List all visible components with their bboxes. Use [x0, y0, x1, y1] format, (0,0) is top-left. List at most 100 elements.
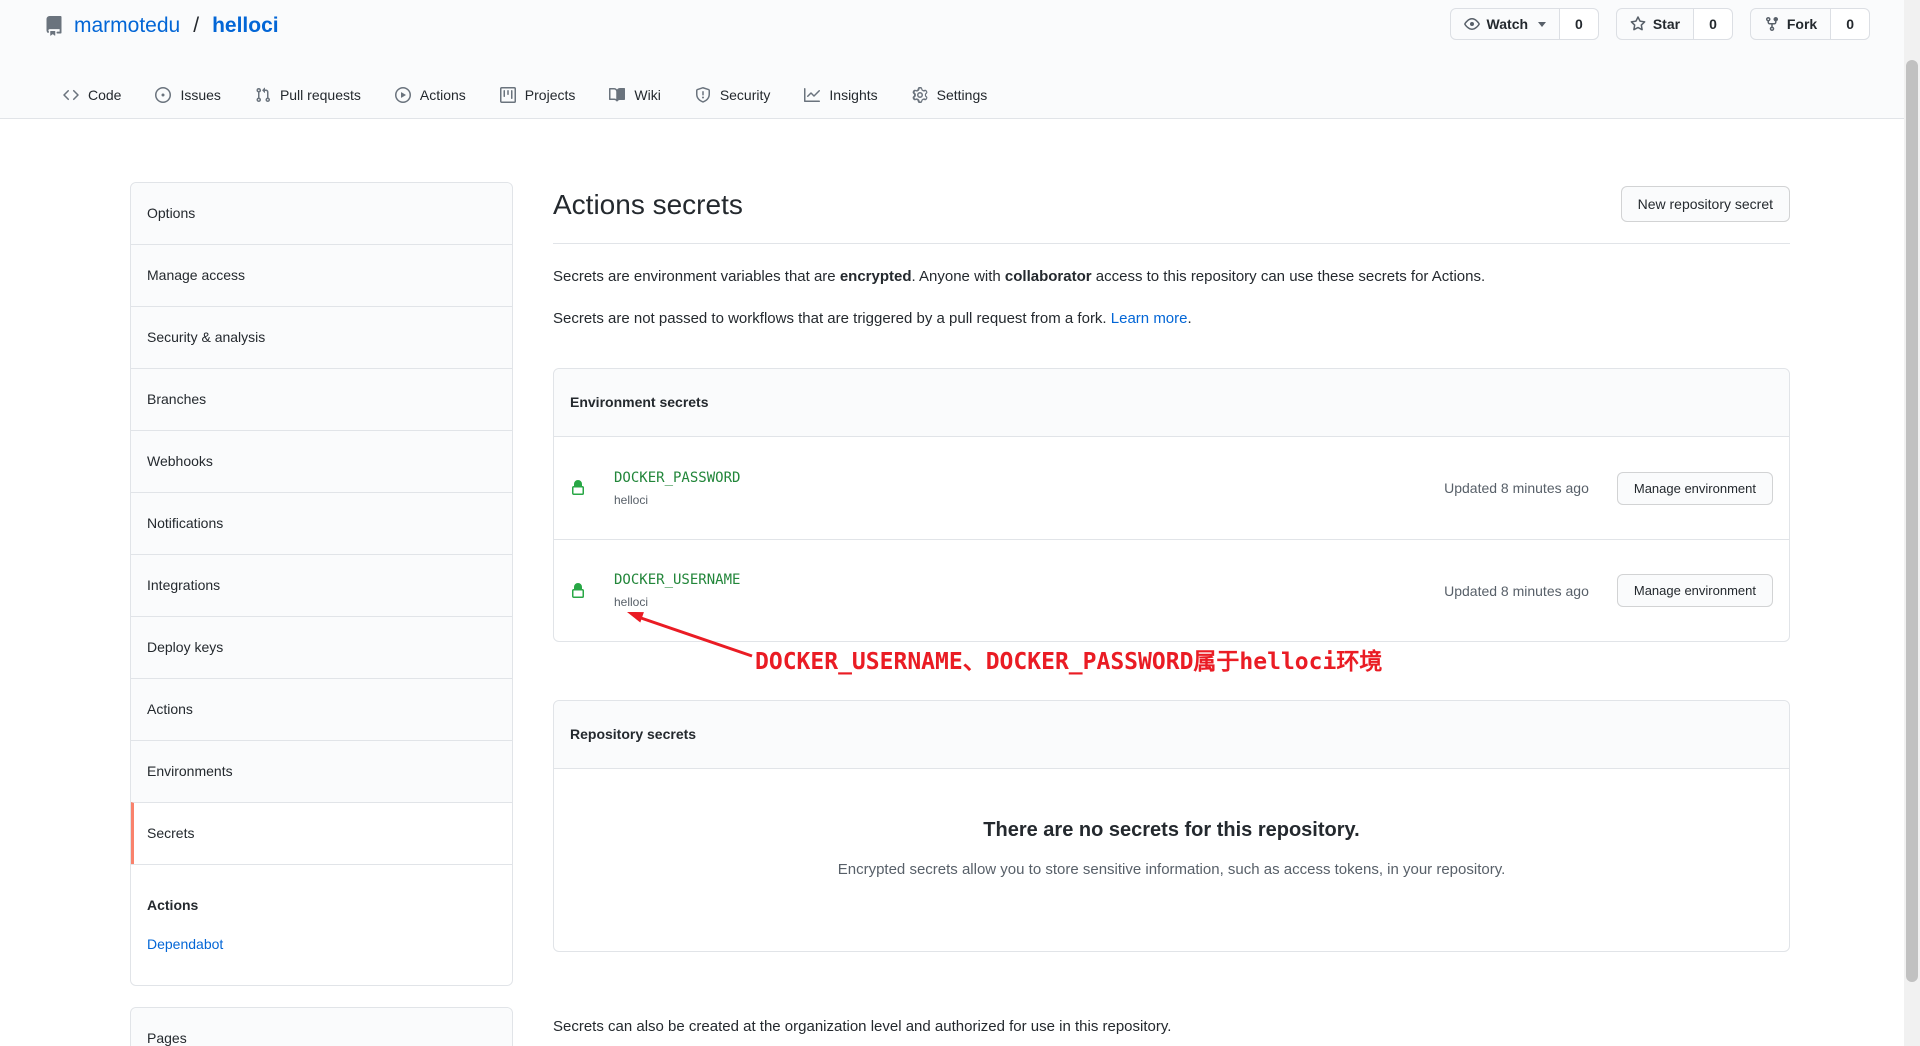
- repo-title-separator: /: [193, 12, 199, 40]
- repo-owner-link[interactable]: marmotedu: [74, 12, 180, 40]
- watch-count[interactable]: 0: [1560, 8, 1599, 40]
- repo-icon: [44, 16, 64, 36]
- secret-updated-text: Updated 8 minutes ago: [1444, 480, 1589, 496]
- sidebar-item-secrets[interactable]: Secrets: [131, 802, 512, 864]
- sidebar-item-security-analysis[interactable]: Security & analysis: [131, 306, 512, 368]
- eye-icon: [1464, 16, 1480, 32]
- empty-state-title: There are no secrets for this repository…: [594, 817, 1749, 843]
- play-icon: [395, 87, 411, 103]
- lock-icon: [570, 480, 586, 496]
- learn-more-link[interactable]: Learn more: [1111, 310, 1188, 327]
- repo-nav-tabs: Code Issues Pull requests Actions Projec…: [46, 72, 1004, 119]
- star-icon: [1630, 16, 1646, 32]
- sidebar-item-integrations[interactable]: Integrations: [131, 554, 512, 616]
- tab-insights[interactable]: Insights: [787, 72, 894, 119]
- gear-icon: [912, 87, 928, 103]
- repo-title: marmotedu / helloci: [44, 12, 279, 40]
- title-divider: [553, 243, 1790, 244]
- watch-button[interactable]: Watch: [1450, 8, 1560, 40]
- repo-social-actions: Watch 0 Star 0 Fo: [1450, 8, 1870, 40]
- fork-icon: [1764, 16, 1780, 32]
- intro-bold-collaborator: collaborator: [1005, 268, 1092, 285]
- page-title: Actions secrets: [553, 186, 743, 224]
- secret-name-link[interactable]: DOCKER_USERNAME: [614, 572, 740, 588]
- fork-button-group: Fork 0: [1750, 8, 1870, 40]
- repo-header: marmotedu / helloci Watch 0: [0, 0, 1920, 119]
- environment-secrets-header: Environment secrets: [554, 369, 1789, 437]
- manage-environment-button[interactable]: Manage environment: [1617, 574, 1773, 607]
- project-icon: [500, 87, 516, 103]
- tab-label: Settings: [937, 87, 988, 103]
- repository-secrets-box: Repository secrets There are no secrets …: [553, 700, 1790, 952]
- star-button-group: Star 0: [1616, 8, 1733, 40]
- sidebar-item-options[interactable]: Options: [131, 183, 512, 244]
- environment-secrets-box: Environment secrets DOCKER_PASSWORD hell…: [553, 368, 1790, 642]
- intro-text: Secrets are environment variables that a…: [553, 268, 840, 285]
- sidebar-item-manage-access[interactable]: Manage access: [131, 244, 512, 306]
- tab-actions[interactable]: Actions: [378, 72, 483, 119]
- fork-count[interactable]: 0: [1831, 8, 1870, 40]
- intro-text: . Anyone with: [912, 268, 1005, 285]
- secret-info: DOCKER_PASSWORD helloci: [614, 470, 740, 507]
- watch-button-group: Watch 0: [1450, 8, 1599, 40]
- submenu-item-dependabot[interactable]: Dependabot: [147, 934, 496, 955]
- tab-label: Projects: [525, 87, 576, 103]
- intro-text: access to this repository can use these …: [1092, 268, 1486, 285]
- sidebar-item-branches[interactable]: Branches: [131, 368, 512, 430]
- fork-button-label: Fork: [1787, 16, 1817, 32]
- tab-label: Wiki: [634, 87, 660, 103]
- sidebar-item-actions[interactable]: Actions: [131, 678, 512, 740]
- settings-menu-pages: Pages: [130, 1007, 513, 1046]
- star-button-label: Star: [1653, 16, 1680, 32]
- tab-label: Insights: [829, 87, 877, 103]
- star-button[interactable]: Star: [1616, 8, 1694, 40]
- secret-info: DOCKER_USERNAME helloci: [614, 572, 740, 609]
- repository-secrets-header: Repository secrets: [554, 701, 1789, 769]
- main-header-row: Actions secrets New repository secret: [553, 186, 1790, 224]
- secret-row-right: Updated 8 minutes ago Manage environment: [1444, 574, 1773, 607]
- tab-settings[interactable]: Settings: [895, 72, 1005, 119]
- tab-projects[interactable]: Projects: [483, 72, 593, 119]
- secret-row-docker-password: DOCKER_PASSWORD helloci Updated 8 minute…: [554, 437, 1789, 539]
- new-repository-secret-button[interactable]: New repository secret: [1621, 186, 1790, 222]
- graph-icon: [804, 87, 820, 103]
- caret-down-icon: [1538, 22, 1546, 27]
- annotation-arrow: [620, 606, 760, 662]
- pull-request-icon: [255, 87, 271, 103]
- submenu-item-actions[interactable]: Actions: [147, 895, 496, 916]
- sidebar-item-pages[interactable]: Pages: [131, 1008, 512, 1046]
- sidebar-item-environments[interactable]: Environments: [131, 740, 512, 802]
- tab-pull-requests[interactable]: Pull requests: [238, 72, 378, 119]
- secret-row-right: Updated 8 minutes ago Manage environment: [1444, 472, 1773, 505]
- watch-button-label: Watch: [1487, 16, 1528, 32]
- sidebar-item-deploy-keys[interactable]: Deploy keys: [131, 616, 512, 678]
- intro-text: .: [1188, 310, 1192, 327]
- tab-label: Security: [720, 87, 771, 103]
- lock-icon: [570, 583, 586, 599]
- tab-code[interactable]: Code: [46, 72, 138, 119]
- tab-security[interactable]: Security: [678, 72, 788, 119]
- sidebar-item-webhooks[interactable]: Webhooks: [131, 430, 512, 492]
- secret-environment-label: helloci: [614, 493, 740, 507]
- fork-button[interactable]: Fork: [1750, 8, 1831, 40]
- tab-issues[interactable]: Issues: [138, 72, 237, 119]
- settings-menu: Options Manage access Security & analysi…: [130, 182, 513, 986]
- sidebar-item-notifications[interactable]: Notifications: [131, 492, 512, 554]
- book-icon: [609, 87, 625, 103]
- repo-name-link[interactable]: helloci: [212, 12, 279, 40]
- scrollbar-thumb[interactable]: [1906, 60, 1918, 982]
- tab-label: Code: [88, 87, 121, 103]
- tab-wiki[interactable]: Wiki: [592, 72, 677, 119]
- empty-state-description: Encrypted secrets allow you to store sen…: [594, 859, 1749, 881]
- intro-paragraph-1: Secrets are environment variables that a…: [553, 266, 1790, 288]
- intro-bold-encrypted: encrypted: [840, 268, 912, 285]
- star-count[interactable]: 0: [1694, 8, 1733, 40]
- repository-secrets-empty-state: There are no secrets for this repository…: [554, 769, 1789, 951]
- manage-environment-button[interactable]: Manage environment: [1617, 472, 1773, 505]
- annotation-text: DOCKER_USERNAME、DOCKER_PASSWORD属于helloci…: [755, 642, 1382, 676]
- secrets-submenu: Actions Dependabot: [131, 864, 512, 985]
- shield-icon: [695, 87, 711, 103]
- code-icon: [63, 87, 79, 103]
- github-settings-page: marmotedu / helloci Watch 0: [0, 0, 1920, 1046]
- secret-name-link[interactable]: DOCKER_PASSWORD: [614, 470, 740, 486]
